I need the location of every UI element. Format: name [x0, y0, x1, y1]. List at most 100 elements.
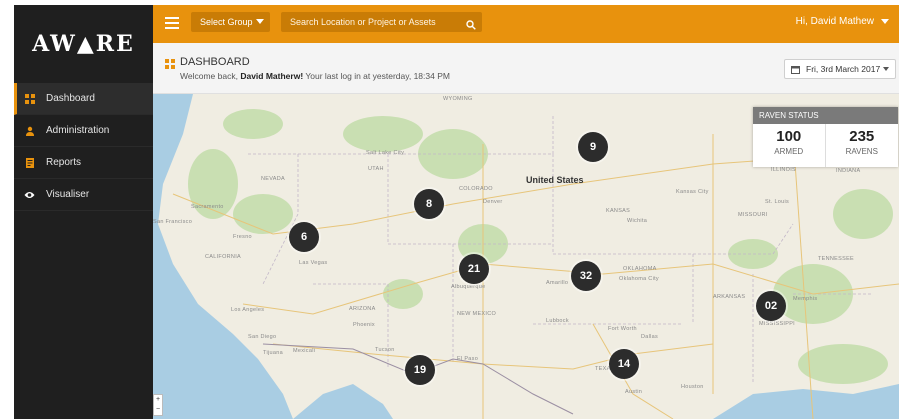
sidebar-item-dashboard[interactable]: Dashboard	[14, 83, 153, 115]
sidebar-item-reports[interactable]: Reports	[14, 147, 153, 179]
map-view[interactable]: WYOMING NEVADA UTAH COLORADO KANSAS MISS…	[153, 94, 899, 419]
map-label-city: Houston	[681, 384, 704, 390]
ravens-value: 235	[849, 128, 875, 145]
map-label-state: ARKANSAS	[713, 294, 746, 300]
eye-icon	[24, 189, 35, 200]
ravens-label: RAVENS	[845, 147, 878, 156]
raven-total-stat: 235 RAVENS	[826, 124, 899, 167]
map-label-state: CALIFORNIA	[205, 254, 242, 260]
map-label-city: Lubbock	[546, 318, 569, 324]
dashboard-icon	[24, 93, 35, 104]
map-label-state: ILLINOIS	[771, 167, 797, 173]
raven-status-card: RAVEN STATUS 100 ARMED 235 RAVENS	[753, 107, 898, 167]
search-input[interactable]	[281, 12, 461, 32]
map-cluster-marker[interactable]: 9	[578, 132, 608, 162]
map-label-state: ARIZONA	[349, 306, 376, 312]
map-label-city: Denver	[483, 199, 503, 205]
map-label-state: INDIANA	[836, 168, 861, 174]
map-label-city: San Francisco	[153, 219, 193, 225]
search-icon[interactable]	[466, 17, 476, 30]
map-label-city: Mexicali	[293, 348, 316, 354]
page-title: DASHBOARD	[180, 56, 250, 68]
welcome-name: David Matherw!	[240, 71, 304, 81]
map-label-city: Phoenix	[353, 322, 375, 328]
raven-status-title: RAVEN STATUS	[753, 107, 898, 124]
chevron-down-icon	[883, 67, 889, 71]
map-label-state: NEW MEXICO	[457, 311, 497, 317]
map-label-state: TENNESSEE	[818, 256, 855, 262]
welcome-suffix: Your last log in at yesterday, 18:34 PM	[305, 71, 450, 81]
map-label-state: NEVADA	[261, 176, 286, 182]
map-label-state: COLORADO	[459, 186, 493, 192]
map-label-city: Kansas City	[676, 189, 709, 195]
user-menu[interactable]: Hi, David Mathew	[796, 16, 889, 27]
map-label-city: Tucson	[375, 347, 395, 353]
raven-armed-stat: 100 ARMED	[753, 124, 826, 167]
zoom-out-button[interactable]: −	[154, 405, 162, 415]
map-label-city: Los Angeles	[231, 307, 265, 313]
map-cluster-marker[interactable]: 21	[459, 254, 489, 284]
chevron-down-icon	[256, 19, 264, 24]
map-label-city: Memphis	[793, 296, 818, 302]
select-group-label: Select Group	[200, 17, 253, 27]
sidebar-nav: Dashboard Administration Reports Visuali…	[14, 83, 153, 211]
sidebar: AW▲RE Dashboard Administration Reports V…	[14, 5, 153, 419]
page-header: DASHBOARD Welcome back, David Matherw! Y…	[153, 43, 899, 94]
map-label-city: Sacramento	[191, 204, 224, 210]
map-cluster-marker[interactable]: 6	[289, 222, 319, 252]
user-greeting: Hi, David Mathew	[795, 16, 874, 27]
zoom-in-button[interactable]: +	[154, 395, 162, 405]
sidebar-item-label: Visualiser	[46, 189, 90, 200]
map-label-city: Albuquerque	[451, 284, 486, 290]
dashboard-icon	[165, 56, 175, 69]
map-cluster-marker[interactable]: 8	[414, 189, 444, 219]
map-country-label: United States	[526, 175, 584, 185]
select-group-dropdown[interactable]: Select Group	[191, 12, 270, 32]
map-label-state: KANSAS	[606, 208, 631, 214]
map-label-city: Wichita	[627, 218, 648, 224]
sidebar-item-label: Reports	[46, 157, 82, 168]
armed-label: ARMED	[774, 147, 804, 156]
sidebar-item-label: Dashboard	[46, 93, 95, 104]
armed-value: 100	[776, 128, 802, 145]
map-cluster-marker[interactable]: 32	[571, 261, 601, 291]
map-cluster-marker[interactable]: 02	[756, 291, 786, 321]
map-cluster-marker[interactable]: 19	[405, 355, 435, 385]
map-label-state: MISSOURI	[738, 212, 768, 218]
logo-text: AW▲RE	[32, 31, 135, 57]
map-cluster-marker[interactable]: 14	[609, 349, 639, 379]
top-bar: Select Group Hi, David Mathew	[153, 5, 899, 43]
map-label-city: Salt Lake City	[366, 150, 405, 156]
menu-icon[interactable]	[165, 17, 179, 29]
sidebar-item-administration[interactable]: Administration	[14, 115, 153, 147]
map-label-state: MISSISSIPPI	[759, 321, 796, 327]
map-label-city: Tijuana	[263, 350, 283, 356]
sidebar-item-label: Administration	[46, 125, 110, 136]
map-label-city: Oklahoma City	[619, 276, 659, 282]
app-logo[interactable]: AW▲RE	[14, 5, 153, 83]
user-icon	[24, 125, 35, 136]
search-box	[281, 12, 482, 32]
calendar-icon	[791, 65, 800, 74]
app-root: AW▲RE Dashboard Administration Reports V…	[0, 0, 899, 419]
date-value: Fri, 3rd March 2017	[806, 64, 881, 74]
map-label-city: Dallas	[641, 334, 659, 340]
map-label-city: Amarillo	[546, 280, 569, 286]
date-picker[interactable]: Fri, 3rd March 2017	[784, 59, 896, 79]
map-label-state: UTAH	[368, 166, 384, 172]
map-label-city: Fresno	[233, 234, 252, 240]
map-label-city: San Diego	[248, 334, 277, 340]
map-zoom-control: + −	[153, 394, 163, 416]
map-label-city: El Paso	[457, 356, 479, 362]
welcome-prefix: Welcome back,	[180, 71, 238, 81]
map-label-state: WYOMING	[443, 96, 473, 102]
map-label-city: Fort Worth	[608, 326, 637, 332]
map-label-city: St. Louis	[765, 199, 790, 205]
sidebar-item-visualiser[interactable]: Visualiser	[14, 179, 153, 211]
report-icon	[24, 157, 35, 168]
map-label-city: Las Vegas	[299, 260, 328, 266]
map-label-state: OKLAHOMA	[623, 266, 657, 272]
map-label-city: Austin	[625, 389, 643, 395]
welcome-message: Welcome back, David Matherw! Your last l…	[180, 71, 450, 81]
chevron-down-icon	[881, 19, 889, 24]
